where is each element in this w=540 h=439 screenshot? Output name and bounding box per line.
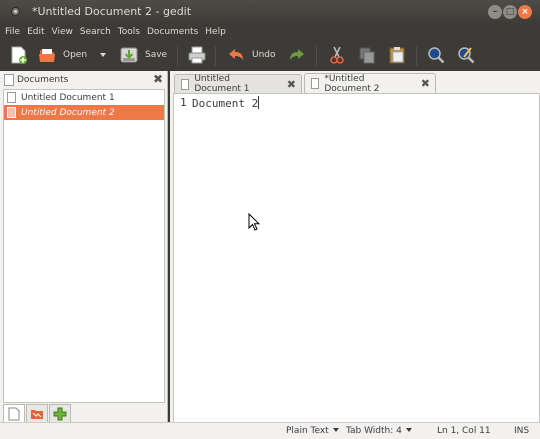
paste-button[interactable] — [387, 44, 407, 66]
document-tabs: Untitled Document 1 ✖ *Untitled Document… — [170, 71, 540, 94]
printer-icon — [187, 45, 207, 65]
chevron-down-icon — [405, 428, 412, 432]
open-folder-icon — [37, 45, 57, 65]
close-tab-button[interactable]: ✖ — [287, 78, 296, 91]
document-icon — [7, 92, 16, 103]
chevron-down-icon — [100, 53, 106, 57]
toolbar-separator — [416, 46, 417, 66]
new-document-icon — [8, 45, 28, 65]
undo-label: Undo — [252, 50, 276, 60]
toolbar: Open Save Undo — [0, 40, 540, 71]
search-icon — [426, 45, 446, 65]
text-cursor — [258, 96, 260, 109]
documents-list-item-label: Untitled Document 2 — [21, 107, 115, 118]
menu-search[interactable]: Search — [80, 27, 111, 37]
window-title: *Untitled Document 2 - gedit — [32, 5, 192, 18]
toolbar-separator — [177, 46, 178, 66]
documents-list-item[interactable]: Untitled Document 1 — [4, 90, 164, 105]
language-label: Plain Text — [286, 426, 329, 436]
folder-icon — [31, 409, 43, 419]
editor-line-text: Document 2 — [192, 97, 259, 110]
toolbar-separator — [215, 46, 216, 66]
title-bar: *Untitled Document 2 - gedit – □ × — [0, 0, 540, 24]
mouse-pointer-icon — [248, 213, 260, 231]
side-tab-documents[interactable] — [3, 404, 25, 423]
close-tab-button[interactable]: ✖ — [421, 77, 430, 90]
scissors-icon — [327, 45, 347, 65]
editor-line: Document 2 — [192, 96, 260, 110]
tab-width-selector[interactable]: Tab Width: 4 — [346, 426, 412, 436]
undo-arrow-icon — [226, 45, 246, 65]
editor-area: Untitled Document 1 ✖ *Untitled Document… — [170, 71, 540, 428]
replace-button[interactable] — [456, 44, 476, 66]
save-button[interactable]: Save — [119, 44, 167, 66]
status-bar: Plain Text Tab Width: 4 Ln 1, Col 11 INS — [0, 422, 540, 439]
copy-button[interactable] — [357, 44, 377, 66]
tab-untitled-document-1[interactable]: Untitled Document 1 ✖ — [174, 74, 302, 94]
new-button[interactable] — [8, 44, 28, 66]
toolbar-separator — [316, 46, 317, 66]
redo-button[interactable] — [287, 44, 307, 66]
menu-view[interactable]: View — [52, 27, 73, 37]
copy-icon — [357, 45, 377, 65]
find-button[interactable] — [426, 44, 446, 66]
chevron-down-icon — [332, 428, 339, 432]
close-window-button[interactable]: × — [518, 5, 532, 19]
menu-tools[interactable]: Tools — [118, 27, 140, 37]
side-panel-header: Documents ✖ — [0, 71, 168, 88]
find-replace-icon — [456, 45, 476, 65]
save-icon — [119, 45, 139, 65]
text-editor[interactable]: 1 Document 2 — [173, 93, 540, 428]
open-recent-dropdown[interactable] — [96, 44, 106, 66]
close-side-panel-button[interactable]: ✖ — [153, 72, 163, 86]
documents-list-item-selected[interactable]: Untitled Document 2 — [4, 105, 164, 120]
menu-edit[interactable]: Edit — [27, 27, 44, 37]
tab-label: *Untitled Document 2 — [324, 73, 380, 94]
menu-file[interactable]: File — [5, 27, 20, 37]
tab-label: Untitled Document 1 — [194, 74, 250, 94]
line-number: 1 — [180, 96, 187, 109]
documents-list: Untitled Document 1 Untitled Document 2 — [3, 89, 165, 403]
documents-list-item-label: Untitled Document 1 — [21, 92, 115, 103]
undo-button[interactable]: Undo — [226, 44, 276, 66]
clipboard-icon — [387, 45, 407, 65]
menu-documents[interactable]: Documents — [147, 27, 198, 37]
open-button[interactable]: Open — [37, 44, 87, 66]
document-icon — [7, 107, 16, 118]
tab-untitled-document-2[interactable]: *Untitled Document 2 ✖ — [304, 73, 436, 94]
side-panel: Documents ✖ Untitled Document 1 Untitled… — [0, 71, 168, 428]
plus-icon — [53, 407, 67, 420]
print-button[interactable] — [187, 44, 207, 66]
insert-mode: INS — [514, 426, 530, 436]
cut-button[interactable] — [327, 44, 347, 66]
open-label: Open — [63, 50, 88, 60]
side-panel-tabs — [3, 404, 72, 424]
document-icon — [181, 78, 190, 90]
document-icon — [8, 407, 20, 420]
maximize-button[interactable]: □ — [503, 5, 517, 19]
minimize-button[interactable]: – — [488, 5, 502, 19]
language-selector[interactable]: Plain Text — [286, 426, 339, 436]
redo-arrow-icon — [287, 45, 307, 65]
window-menu-icon[interactable] — [11, 7, 20, 16]
tab-width-label: Tab Width: 4 — [346, 426, 402, 436]
side-tab-add[interactable] — [49, 404, 71, 423]
cursor-position: Ln 1, Col 11 — [437, 426, 491, 436]
side-tab-file-browser[interactable] — [26, 404, 48, 423]
menu-bar: File Edit View Search Tools Documents He… — [0, 24, 540, 40]
side-panel-title: Documents — [17, 74, 69, 85]
save-label: Save — [145, 50, 168, 60]
menu-help[interactable]: Help — [205, 27, 226, 37]
document-icon — [311, 78, 320, 89]
document-icon — [4, 73, 14, 86]
